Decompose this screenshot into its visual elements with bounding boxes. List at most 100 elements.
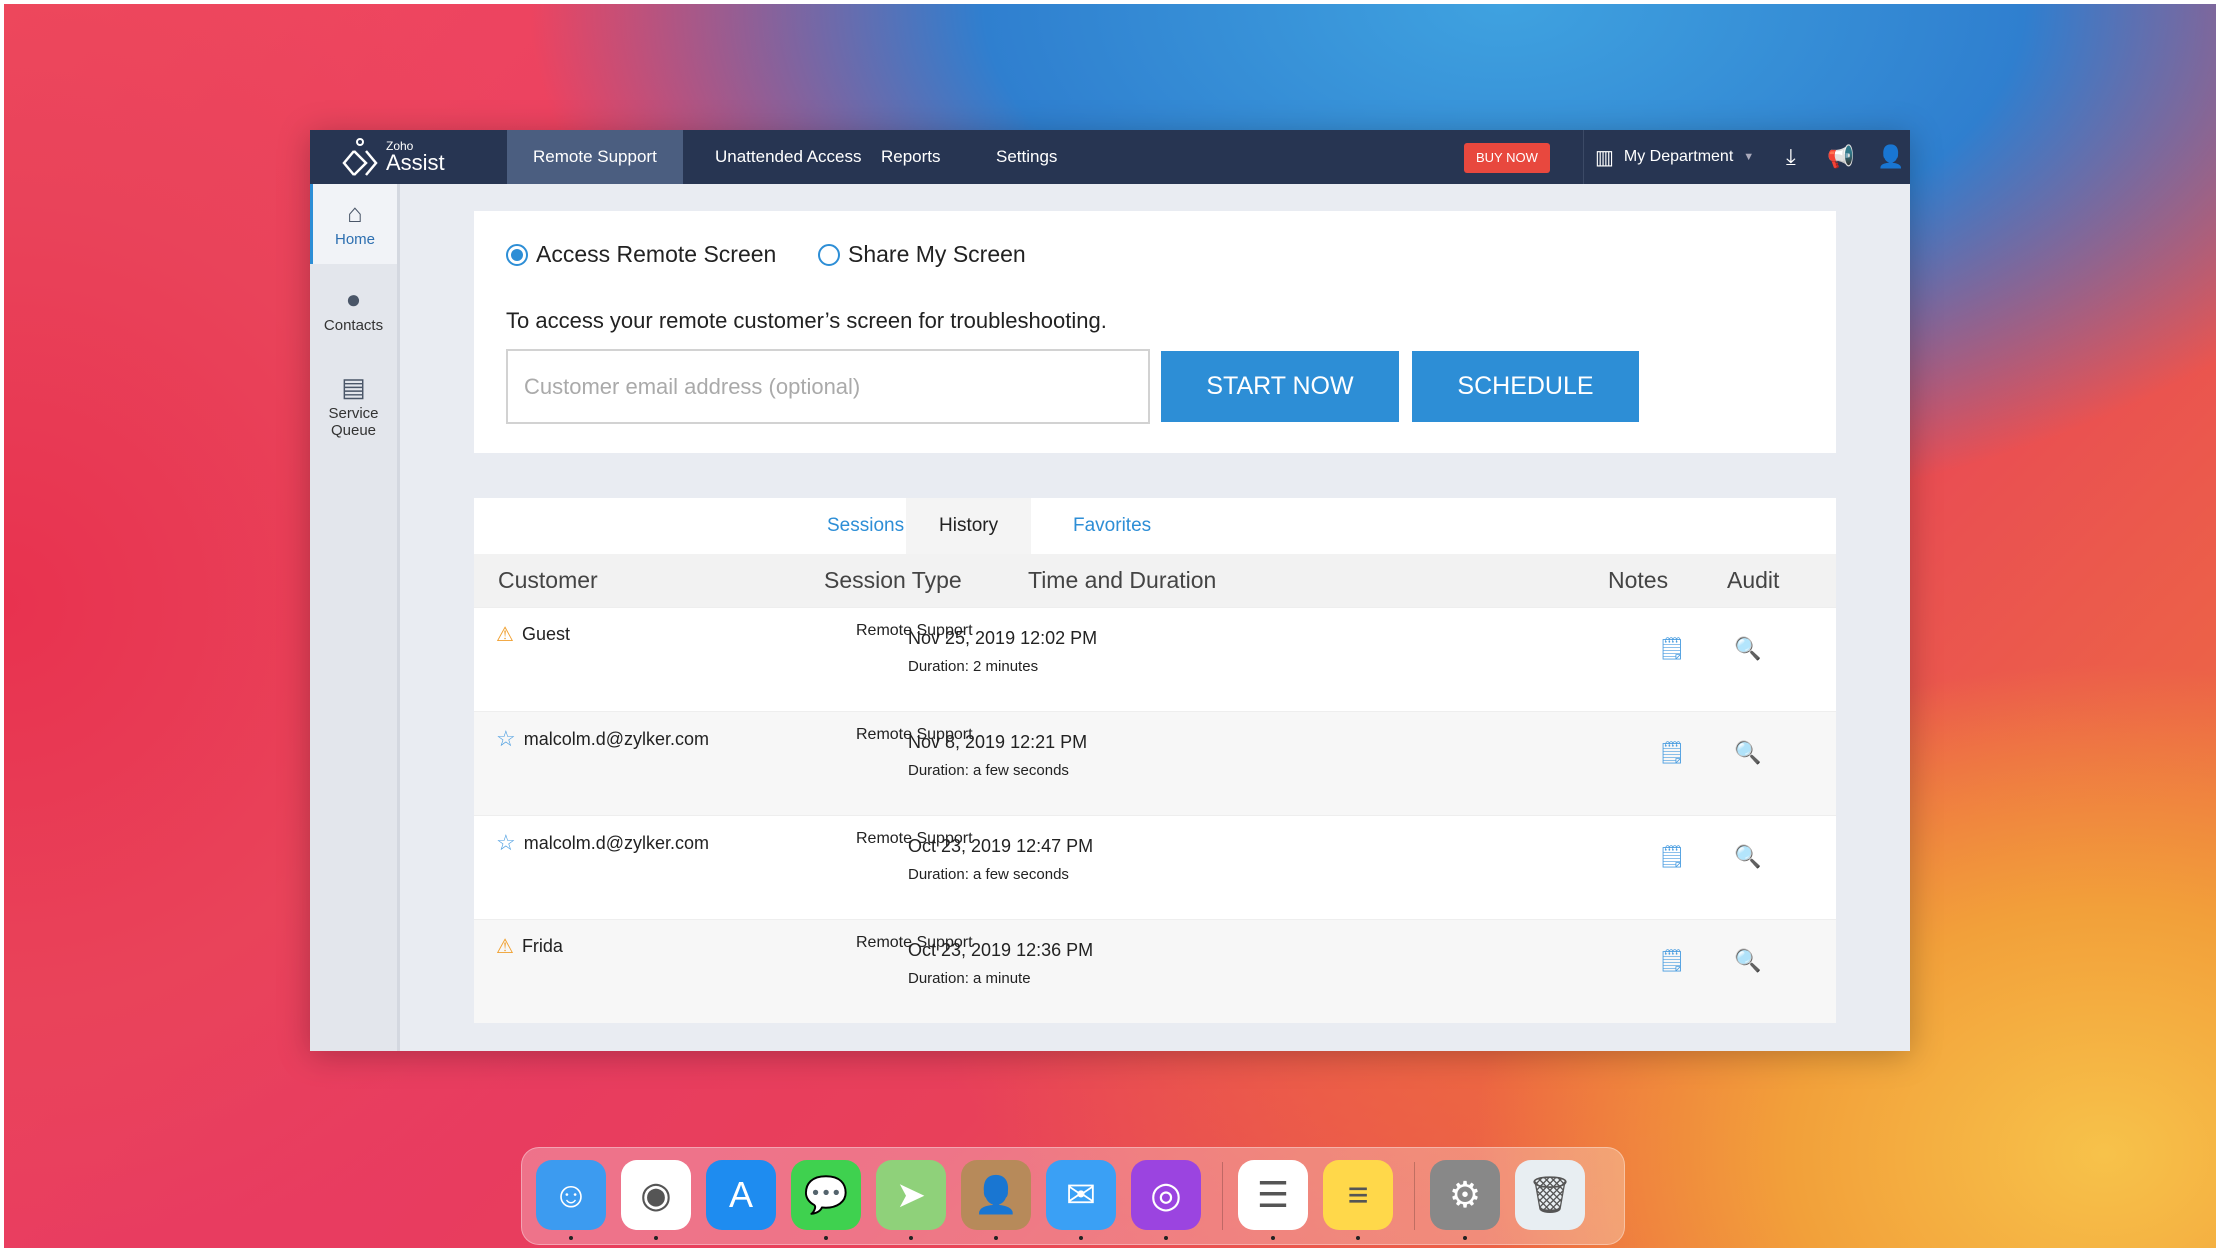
dock-mail-icon[interactable]: ✉ bbox=[1046, 1160, 1116, 1240]
customer-cell: ☆ malcolm.d@zylker.com bbox=[496, 726, 709, 752]
sidebar-item-label: Contacts bbox=[323, 317, 384, 334]
column-time-duration: Time and Duration bbox=[1028, 567, 1217, 593]
user-icon[interactable]: 👤 bbox=[1877, 144, 1904, 170]
running-indicator bbox=[1164, 1236, 1168, 1240]
customer-name: malcolm.d@zylker.com bbox=[523, 728, 710, 749]
dock-maps-icon[interactable]: ➤ bbox=[876, 1160, 946, 1240]
dock-chrome-icon[interactable]: ◉ bbox=[621, 1160, 691, 1240]
department-label: My Department bbox=[1623, 148, 1734, 165]
logo-large-text: Assist bbox=[386, 150, 445, 175]
customer-email-input[interactable] bbox=[506, 349, 1150, 424]
running-indicator bbox=[824, 1236, 828, 1240]
nav-settings[interactable]: Settings bbox=[970, 130, 1083, 184]
history-card: Sessions History Favorites Customer Sess… bbox=[474, 498, 1836, 1023]
sidebar-item-service-queue[interactable]: ▤ Service Queue bbox=[310, 362, 397, 452]
running-indicator bbox=[994, 1236, 998, 1240]
top-nav-bar: ZohoAssist ⌄ Remote Support Unattended A… bbox=[310, 130, 1910, 184]
sidebar: ⌂ Home ● Contacts ▤ Service Queue bbox=[310, 184, 400, 1051]
table-row[interactable]: ⚠ Guest Remote Support Nov 25, 2019 12:02… bbox=[474, 607, 1836, 711]
sidebar-item-label: Service Queue bbox=[328, 405, 379, 439]
home-icon: ⌂ bbox=[347, 198, 363, 228]
radio-unselected-icon bbox=[818, 243, 840, 266]
sidebar-item-label: Home bbox=[334, 231, 375, 248]
notes-icon[interactable]: 🗒 bbox=[1658, 740, 1686, 766]
dock-messages-icon[interactable]: 💬 bbox=[791, 1160, 861, 1240]
queue-icon: ▤ bbox=[341, 372, 366, 402]
session-duration: Duration: a few seconds bbox=[908, 866, 1069, 883]
customer-name: Guest bbox=[521, 624, 570, 644]
session-time: Oct 23, 2019 12:47 PM bbox=[908, 836, 1094, 856]
running-indicator bbox=[654, 1236, 658, 1240]
running-indicator bbox=[1463, 1236, 1467, 1240]
running-indicator bbox=[1356, 1236, 1360, 1240]
customer-cell: ☆ malcolm.d@zylker.com bbox=[496, 830, 709, 856]
audit-icon[interactable]: 🔍 bbox=[1734, 844, 1761, 870]
session-time: Nov 25, 2019 12:02 PM bbox=[908, 628, 1098, 648]
dock-contacts-icon[interactable]: 👤 bbox=[961, 1160, 1031, 1240]
customer-name: malcolm.d@zylker.com bbox=[523, 832, 710, 853]
start-now-button[interactable]: START NOW bbox=[1161, 351, 1399, 422]
contact-icon: ● bbox=[345, 284, 362, 314]
dock-podcasts-icon[interactable]: ◎ bbox=[1131, 1160, 1201, 1240]
warning-icon: ⚠ bbox=[496, 624, 514, 646]
radio-selected-icon bbox=[506, 243, 528, 266]
zoho-assist-window: ZohoAssist ⌄ Remote Support Unattended A… bbox=[310, 130, 1910, 1051]
customer-cell: ⚠ Frida bbox=[496, 934, 563, 959]
department-selector[interactable]: ▥ My Department ▼ bbox=[1595, 130, 1754, 184]
session-duration: Duration: a minute bbox=[908, 970, 1031, 987]
column-notes: Notes bbox=[1608, 567, 1669, 593]
logo-icon bbox=[342, 138, 378, 176]
sidebar-item-home[interactable]: ⌂ Home bbox=[310, 184, 397, 264]
star-icon[interactable]: ☆ bbox=[496, 830, 516, 856]
running-indicator bbox=[569, 1236, 573, 1240]
audit-icon[interactable]: 🔍 bbox=[1734, 740, 1761, 766]
running-indicator bbox=[1271, 1236, 1275, 1240]
column-session-type: Session Type bbox=[824, 567, 962, 593]
session-time: Nov 8, 2019 12:21 PM bbox=[908, 732, 1088, 752]
radio-share-my-screen[interactable]: Share My Screen bbox=[818, 241, 1026, 268]
nav-remote-support[interactable]: Remote Support bbox=[507, 130, 683, 184]
nav-reports[interactable]: Reports bbox=[855, 130, 967, 184]
running-indicator bbox=[1079, 1236, 1083, 1240]
dock-separator bbox=[1222, 1162, 1223, 1230]
sidebar-item-contacts[interactable]: ● Contacts bbox=[310, 274, 397, 344]
column-customer: Customer bbox=[498, 567, 598, 593]
schedule-button[interactable]: SCHEDULE bbox=[1412, 351, 1639, 422]
notes-icon[interactable]: 🗒 bbox=[1658, 948, 1686, 974]
divider bbox=[1583, 130, 1584, 184]
dock-system-preferences-icon[interactable]: ⚙ bbox=[1430, 1160, 1500, 1240]
tab-history[interactable]: History bbox=[906, 498, 1032, 554]
dock-notes-icon[interactable]: ≡ bbox=[1323, 1160, 1393, 1240]
star-icon[interactable]: ☆ bbox=[496, 726, 516, 752]
tab-favorites[interactable]: Favorites bbox=[1040, 498, 1184, 554]
radio-label: Access Remote Screen bbox=[536, 241, 777, 267]
audit-icon[interactable]: 🔍 bbox=[1734, 636, 1761, 662]
table-row[interactable]: ⚠ Frida Remote Support Oct 23, 2019 12:36… bbox=[474, 919, 1836, 1023]
buy-now-button[interactable]: BUY NOW bbox=[1464, 143, 1550, 173]
dock-app-store-icon[interactable]: A bbox=[706, 1160, 776, 1230]
dock-finder-icon[interactable]: ☺ bbox=[536, 1160, 606, 1240]
table-header: Customer Session Type Time and Duration … bbox=[474, 554, 1836, 607]
notes-icon[interactable]: 🗒 bbox=[1658, 636, 1686, 662]
session-duration: Duration: 2 minutes bbox=[908, 658, 1039, 675]
dock-separator bbox=[1414, 1162, 1415, 1230]
building-icon: ▥ bbox=[1595, 146, 1614, 169]
notes-icon[interactable]: 🗒 bbox=[1658, 844, 1686, 870]
column-audit: Audit bbox=[1727, 567, 1780, 593]
download-icon[interactable]: ⤓ bbox=[1786, 144, 1796, 170]
running-indicator bbox=[909, 1236, 913, 1240]
caret-down-icon: ▼ bbox=[1743, 151, 1755, 163]
dock-reminders-icon[interactable]: ☰ bbox=[1238, 1160, 1308, 1240]
start-session-card: Access Remote Screen Share My Screen To … bbox=[474, 211, 1836, 453]
macos-dock: ☺ ◉ A 💬 ➤ 👤 ✉ ◎ ☰ ≡ ⚙ 🗑 bbox=[521, 1147, 1625, 1245]
table-row[interactable]: ☆ malcolm.d@zylker.com Remote Support Oct… bbox=[474, 815, 1836, 919]
table-row[interactable]: ☆ malcolm.d@zylker.com Remote Support Nov… bbox=[474, 711, 1836, 815]
radio-access-remote-screen[interactable]: Access Remote Screen bbox=[506, 241, 776, 268]
radio-label: Share My Screen bbox=[848, 241, 1026, 267]
customer-cell: ⚠ Guest bbox=[496, 622, 570, 647]
audit-icon[interactable]: 🔍 bbox=[1734, 948, 1761, 974]
dock-trash-icon[interactable]: 🗑 bbox=[1515, 1160, 1585, 1230]
zoho-assist-logo[interactable]: Zoho Assist bbox=[340, 136, 445, 178]
customer-name: Frida bbox=[521, 936, 563, 956]
megaphone-icon[interactable]: 📢 bbox=[1827, 144, 1854, 170]
